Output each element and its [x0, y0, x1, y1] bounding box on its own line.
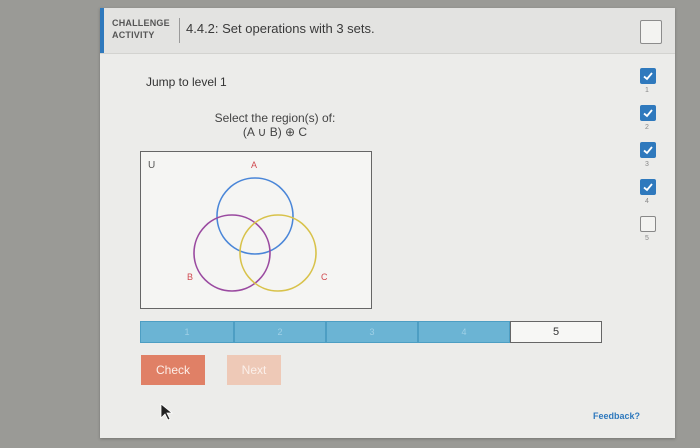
progress-segment-1: 1 — [140, 321, 234, 343]
question-prompt: Select the region(s) of: (A ∪ B) ⊕ C — [170, 111, 380, 139]
level-number: 5 — [645, 235, 649, 242]
set-b-label: B — [187, 272, 193, 282]
universe-label: U — [148, 160, 155, 171]
progress-segment-5: 5 — [510, 321, 602, 343]
check-button[interactable]: Check — [141, 355, 205, 385]
set-b-circle[interactable] — [193, 214, 271, 292]
activity-header: CHALLENGE ACTIVITY 4.4.2: Set operations… — [100, 8, 675, 54]
jump-to-level[interactable]: Jump to level 1 — [146, 75, 227, 89]
checkmark-icon — [640, 142, 656, 158]
level-item-5[interactable]: 5 — [637, 216, 667, 252]
activity-title: 4.4.2: Set operations with 3 sets. — [186, 21, 375, 36]
set-a-circle[interactable] — [216, 177, 294, 255]
challenge-activity-badge: CHALLENGE ACTIVITY — [112, 18, 170, 40]
challenge-card: CHALLENGE ACTIVITY 4.4.2: Set operations… — [100, 8, 675, 438]
set-c-label: C — [321, 272, 328, 282]
empty-box-icon — [640, 216, 656, 232]
venn-svg[interactable]: U A B C — [141, 152, 371, 308]
level-item-2[interactable]: 2 — [637, 105, 667, 141]
mouse-cursor-icon — [160, 403, 174, 421]
level-item-4[interactable]: 4 — [637, 179, 667, 215]
header-divider — [179, 18, 180, 43]
progress-segment-4: 4 — [418, 321, 510, 343]
set-c-circle[interactable] — [239, 214, 317, 292]
set-a-label: A — [251, 160, 257, 170]
level-item-3[interactable]: 3 — [637, 142, 667, 178]
level-number: 2 — [645, 124, 649, 131]
progress-segment-2: 2 — [234, 321, 326, 343]
bookmark-icon[interactable] — [640, 20, 662, 44]
checkmark-icon — [640, 179, 656, 195]
header-accent-bar — [100, 8, 104, 53]
level-item-1[interactable]: 1 — [637, 68, 667, 104]
venn-diagram[interactable]: U A B C — [140, 151, 372, 309]
level-number: 4 — [645, 198, 649, 205]
feedback-link[interactable]: Feedback? — [593, 411, 640, 421]
level-number: 1 — [645, 87, 649, 94]
prompt-line-1: Select the region(s) of: — [214, 111, 336, 125]
progress-segment-3: 3 — [326, 321, 418, 343]
checkmark-icon — [640, 105, 656, 121]
prompt-expression: (A ∪ B) ⊕ C — [242, 125, 308, 139]
level-progress-bar: 1 2 3 4 5 — [140, 321, 602, 345]
level-number: 3 — [645, 161, 649, 168]
next-button[interactable]: Next — [227, 355, 281, 385]
checkmark-icon — [640, 68, 656, 84]
